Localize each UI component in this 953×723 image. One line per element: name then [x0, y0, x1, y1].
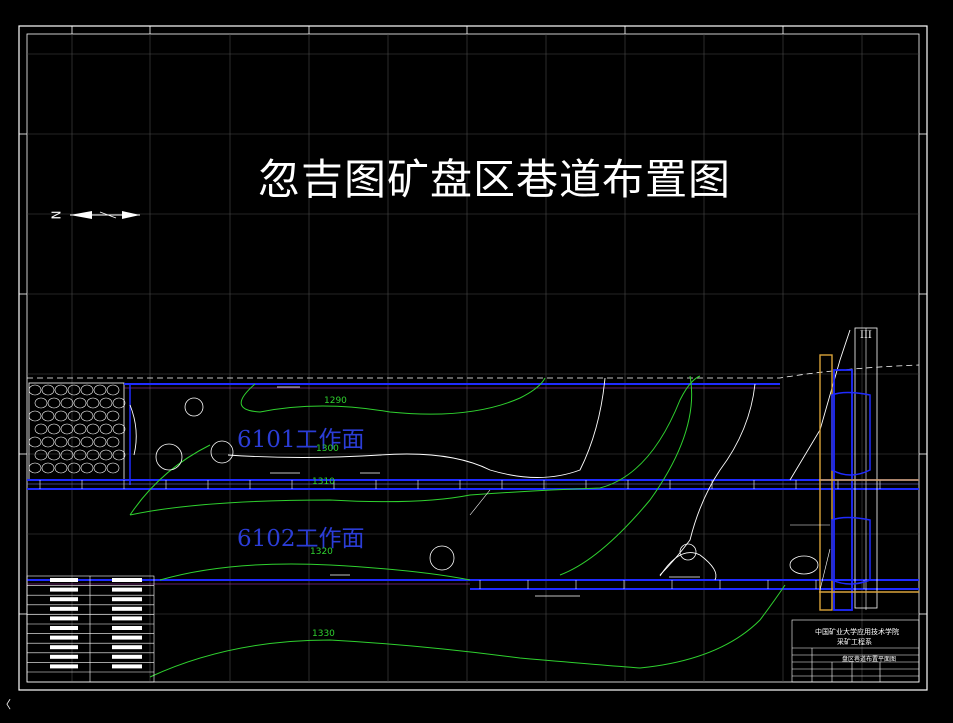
- cad-drawing-canvas: 忽吉图矿盘区巷道布置图 N III 6101工作面 6102工作面 1290 1…: [0, 0, 953, 719]
- goaf-area: [28, 382, 126, 481]
- contour-label-1330: 1330: [312, 629, 335, 639]
- title-block-drawing-name: 盘区巷道布置平面图: [842, 656, 897, 663]
- shaft-complex: [790, 327, 919, 611]
- legend-table: [26, 575, 155, 683]
- shaft-label: III: [860, 330, 872, 341]
- north-arrow-symbol: [70, 211, 140, 219]
- cad-cursor-glyph: 〈: [0, 698, 11, 711]
- main-roadway: [27, 479, 919, 490]
- face-label-6102: 6102工作面: [237, 526, 365, 552]
- inner-frame: [26, 33, 920, 683]
- grid-lines: [27, 34, 919, 682]
- contour-lines: [129, 375, 786, 678]
- title-block-school: 中国矿业大学应用技术学院: [815, 628, 899, 636]
- title-block-dept: 采矿工程系: [837, 638, 872, 646]
- contour-label-1320: 1320: [310, 547, 333, 557]
- face-label-6101: 6101工作面: [237, 427, 365, 453]
- lower-roadway: [27, 579, 919, 590]
- drawing-svg: [18, 25, 928, 691]
- frame-ticks: [19, 26, 927, 615]
- contour-label-1300: 1300: [316, 444, 339, 454]
- contour-label-1290: 1290: [324, 396, 347, 406]
- leader-lines: [469, 489, 831, 591]
- contour-label-1310: 1310: [312, 477, 335, 487]
- drawing-title: 忽吉图矿盘区巷道布置图: [258, 155, 732, 204]
- outer-frame: [18, 25, 928, 691]
- boundary-line: [27, 364, 920, 379]
- upper-roadway: [124, 383, 780, 485]
- flow-arrows: [270, 386, 700, 597]
- north-label: N: [49, 210, 64, 220]
